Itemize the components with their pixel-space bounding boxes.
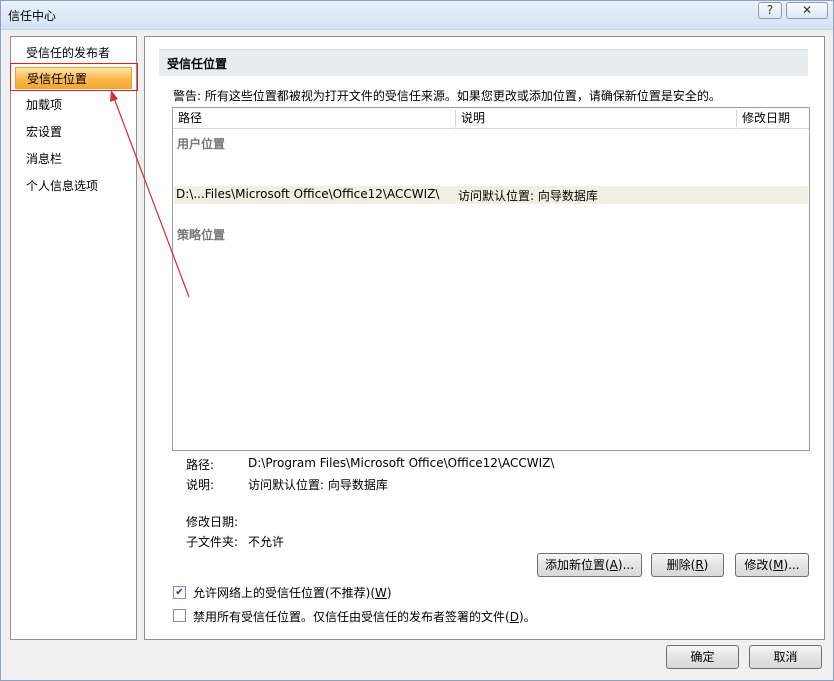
add-location-button[interactable]: 添加新位置(A)... — [537, 553, 642, 577]
column-header-modified[interactable]: 修改日期 — [737, 108, 809, 129]
column-header-description[interactable]: 说明 — [456, 108, 736, 129]
cancel-button[interactable]: 取消 — [749, 645, 822, 669]
nav-item-privacy-options[interactable]: 个人信息选项 — [15, 175, 132, 197]
network-locations-checkbox[interactable]: ✔ — [173, 586, 186, 599]
disable-locations-checkbox[interactable] — [173, 609, 186, 622]
detail-description-value: 访问默认位置: 向导数据库 — [248, 478, 388, 492]
table-row[interactable]: D:\...Files\Microsoft Office\Office12\AC… — [174, 186, 808, 204]
nav-item-message-bar[interactable]: 消息栏 — [15, 148, 132, 170]
group-header-user: 用户位置 — [177, 137, 226, 151]
column-header-path[interactable]: 路径 — [173, 108, 455, 129]
detail-subfolder-label: 子文件夹: — [186, 535, 239, 549]
section-header: 受信任位置 — [159, 49, 808, 76]
close-icon: ✕ — [801, 3, 813, 17]
sidebar-nav: 受信任的发布者 受信任位置 加载项 宏设置 消息栏 个人信息选项 — [10, 36, 137, 640]
nav-item-macro-settings[interactable]: 宏设置 — [15, 121, 132, 143]
modify-button[interactable]: 修改(M)... — [735, 553, 809, 577]
nav-item-trusted-publishers[interactable]: 受信任的发布者 — [15, 42, 132, 64]
group-header-policy: 策略位置 — [177, 228, 226, 242]
network-locations-label[interactable]: 允许网络上的受信任位置(不推荐)(W) — [193, 584, 392, 601]
disable-locations-label[interactable]: 禁用所有受信任位置。仅信任由受信任的发布者签署的文件(D)。 — [193, 608, 536, 625]
nav-item-add-ins[interactable]: 加载项 — [15, 94, 132, 116]
detail-path-value: D:\Program Files\Microsoft Office\Office… — [248, 456, 555, 470]
window-title: 信任中心 — [8, 9, 57, 23]
close-button[interactable]: ✕ — [786, 2, 828, 19]
trust-center-window: 信任中心 ? ✕ 受信任的发布者 受信任位置 加载项 宏设置 消息栏 个人信息选… — [0, 0, 834, 681]
nav-item-trusted-locations[interactable]: 受信任位置 — [15, 67, 132, 89]
section-title: 受信任位置 — [167, 57, 228, 71]
help-button[interactable]: ? — [758, 2, 782, 19]
delete-button[interactable]: 删除(R) — [651, 553, 724, 577]
detail-description-label: 说明: — [186, 478, 215, 492]
warning-text: 警告: 所有这些位置都被视为打开文件的受信任来源。如果您更改或添加位置，请确保新… — [173, 89, 721, 103]
help-icon: ? — [766, 3, 774, 17]
detail-modified-label: 修改日期: — [186, 515, 239, 529]
row-description: 访问默认位置: 向导数据库 — [458, 189, 598, 203]
ok-button[interactable]: 确定 — [666, 645, 739, 669]
detail-path-label: 路径: — [186, 458, 215, 472]
title-bar[interactable]: 信任中心 ? ✕ — [1, 1, 833, 30]
locations-list[interactable]: 路径 说明 修改日期 用户位置 D:\...Files\Microsoft Of… — [172, 107, 810, 451]
row-path: D:\...Files\Microsoft Office\Office12\AC… — [176, 187, 440, 201]
detail-subfolder-value: 不允许 — [248, 535, 285, 549]
main-panel: 受信任位置 警告: 所有这些位置都被视为打开文件的受信任来源。如果您更改或添加位… — [144, 36, 825, 640]
